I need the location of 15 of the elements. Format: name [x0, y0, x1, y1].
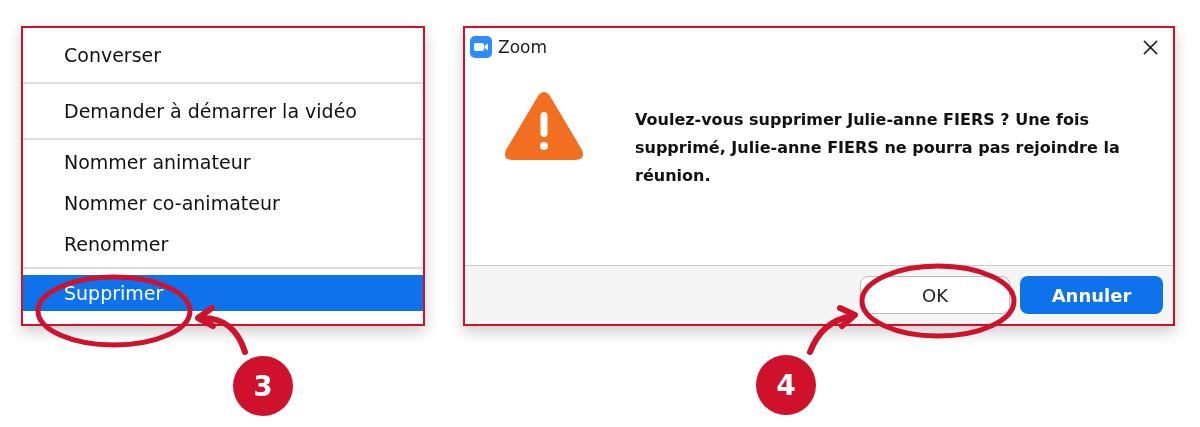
menu-item[interactable]: Nommer co-animateur: [23, 183, 423, 224]
menu-item[interactable]: Nommer animateur: [23, 142, 423, 183]
step-number: 3: [233, 356, 293, 416]
menu-item[interactable]: Demander à démarrer la vidéo: [23, 84, 423, 138]
menu-item[interactable]: Renommer: [23, 224, 423, 265]
step-number: 4: [756, 355, 816, 415]
window-title: Zoom: [498, 37, 548, 57]
menu-item[interactable]: Supprimer: [23, 275, 423, 311]
dialog-message: Voulez-vous supprimer Julie-anne FIERS ? Une fois supprimé, Julie-anne FIERS ne pourra pas rejoindre la réunion.: [635, 109, 1121, 187]
menu-item[interactable]: Converser: [23, 28, 423, 82]
close-icon[interactable]: [1142, 38, 1159, 56]
ok-button[interactable]: OK: [860, 276, 1010, 314]
cancel-button[interactable]: Annuler: [1020, 276, 1163, 314]
camera-logo-icon: [470, 36, 492, 58]
warning-icon: [503, 90, 585, 162]
